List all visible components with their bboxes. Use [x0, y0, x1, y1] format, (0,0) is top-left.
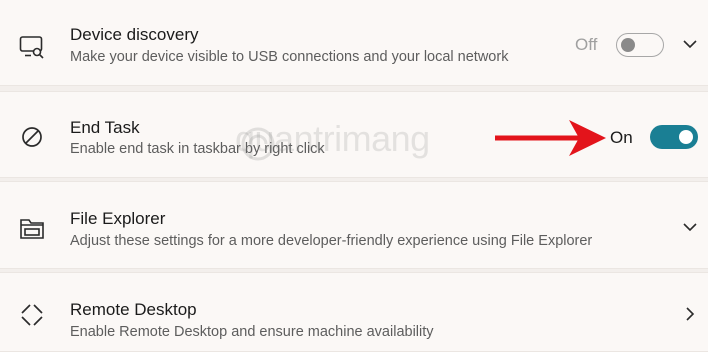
setting-title: Remote Desktop: [70, 300, 197, 319]
toggle-knob: [679, 130, 693, 144]
folder-icon: [18, 214, 46, 242]
annotation-arrow-icon: [495, 120, 606, 156]
setting-title: Device discovery: [70, 25, 199, 44]
end-task-toggle[interactable]: [650, 125, 698, 149]
setting-file-explorer[interactable]: File Explorer Adjust these settings for …: [0, 181, 708, 269]
setting-description: Adjust these settings for a more develop…: [70, 233, 593, 249]
setting-title: File Explorer: [70, 209, 166, 228]
toggle-state-label: Off: [575, 35, 598, 54]
device-discovery-icon: [18, 33, 46, 61]
setting-device-discovery[interactable]: Device discovery Make your device visibl…: [0, 0, 708, 86]
toggle-state-label: On: [610, 128, 633, 147]
device-discovery-toggle[interactable]: [616, 33, 664, 57]
remote-desktop-icon: [18, 301, 46, 329]
setting-remote-desktop[interactable]: Remote Desktop Enable Remote Desktop and…: [0, 272, 708, 352]
watermark-text: quantrimang: [235, 118, 430, 159]
chevron-down-icon[interactable]: [681, 218, 699, 236]
chevron-right-icon[interactable]: [681, 305, 699, 323]
end-task-icon: [18, 123, 46, 151]
setting-title: End Task: [70, 118, 140, 137]
setting-description: Enable Remote Desktop and ensure machine…: [70, 324, 434, 340]
chevron-down-icon[interactable]: [681, 35, 699, 53]
toggle-knob: [621, 38, 635, 52]
setting-description: Make your device visible to USB connecti…: [70, 49, 509, 65]
